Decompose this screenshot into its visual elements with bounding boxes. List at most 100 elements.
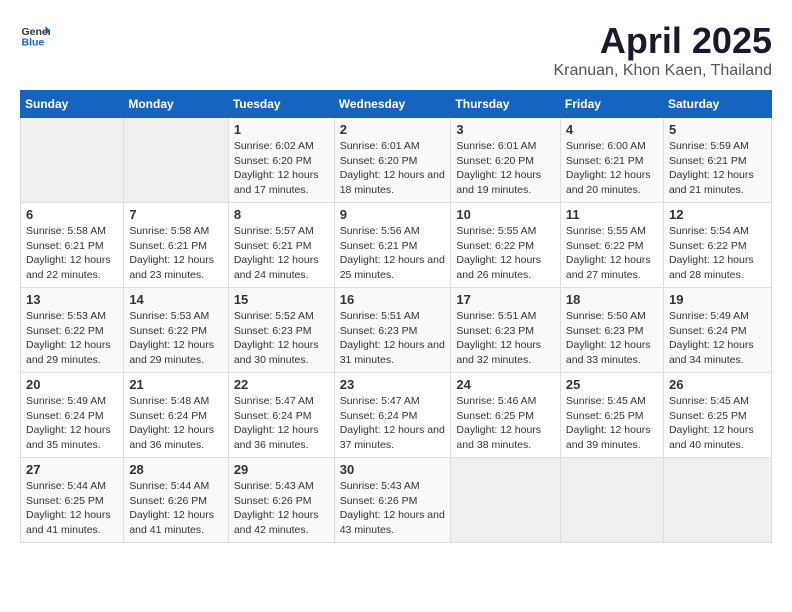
calendar-cell: 9 Sunrise: 5:56 AMSunset: 6:21 PMDayligh… (334, 203, 451, 288)
day-number: 19 (669, 292, 766, 307)
day-number: 17 (456, 292, 555, 307)
day-info: Sunrise: 5:44 AMSunset: 6:26 PMDaylight:… (129, 480, 214, 536)
day-info: Sunrise: 5:49 AMSunset: 6:24 PMDaylight:… (669, 310, 754, 366)
calendar-cell: 30 Sunrise: 5:43 AMSunset: 6:26 PMDaylig… (334, 458, 451, 543)
day-number: 18 (566, 292, 658, 307)
day-info: Sunrise: 5:59 AMSunset: 6:21 PMDaylight:… (669, 140, 754, 196)
calendar-cell (124, 118, 228, 203)
calendar-cell: 24 Sunrise: 5:46 AMSunset: 6:25 PMDaylig… (451, 373, 561, 458)
calendar-week-row: 20 Sunrise: 5:49 AMSunset: 6:24 PMDaylig… (21, 373, 772, 458)
col-wednesday: Wednesday (334, 91, 451, 118)
calendar-cell: 12 Sunrise: 5:54 AMSunset: 6:22 PMDaylig… (663, 203, 771, 288)
day-info: Sunrise: 5:46 AMSunset: 6:25 PMDaylight:… (456, 395, 541, 451)
calendar-cell: 10 Sunrise: 5:55 AMSunset: 6:22 PMDaylig… (451, 203, 561, 288)
calendar-cell: 13 Sunrise: 5:53 AMSunset: 6:22 PMDaylig… (21, 288, 124, 373)
calendar-cell: 20 Sunrise: 5:49 AMSunset: 6:24 PMDaylig… (21, 373, 124, 458)
calendar-cell: 27 Sunrise: 5:44 AMSunset: 6:25 PMDaylig… (21, 458, 124, 543)
day-info: Sunrise: 5:48 AMSunset: 6:24 PMDaylight:… (129, 395, 214, 451)
calendar-cell: 4 Sunrise: 6:00 AMSunset: 6:21 PMDayligh… (560, 118, 663, 203)
day-number: 7 (129, 207, 222, 222)
day-info: Sunrise: 5:56 AMSunset: 6:21 PMDaylight:… (340, 225, 445, 281)
day-number: 29 (234, 462, 329, 477)
day-info: Sunrise: 5:45 AMSunset: 6:25 PMDaylight:… (566, 395, 651, 451)
day-number: 10 (456, 207, 555, 222)
day-info: Sunrise: 5:55 AMSunset: 6:22 PMDaylight:… (456, 225, 541, 281)
calendar-week-row: 13 Sunrise: 5:53 AMSunset: 6:22 PMDaylig… (21, 288, 772, 373)
day-number: 5 (669, 122, 766, 137)
day-number: 21 (129, 377, 222, 392)
day-number: 25 (566, 377, 658, 392)
calendar-cell: 28 Sunrise: 5:44 AMSunset: 6:26 PMDaylig… (124, 458, 228, 543)
calendar-cell: 11 Sunrise: 5:55 AMSunset: 6:22 PMDaylig… (560, 203, 663, 288)
day-info: Sunrise: 5:54 AMSunset: 6:22 PMDaylight:… (669, 225, 754, 281)
day-info: Sunrise: 5:58 AMSunset: 6:21 PMDaylight:… (129, 225, 214, 281)
day-info: Sunrise: 5:43 AMSunset: 6:26 PMDaylight:… (340, 480, 445, 536)
day-info: Sunrise: 5:44 AMSunset: 6:25 PMDaylight:… (26, 480, 111, 536)
subtitle: Kranuan, Khon Kaen, Thailand (553, 62, 772, 80)
calendar-cell: 16 Sunrise: 5:51 AMSunset: 6:23 PMDaylig… (334, 288, 451, 373)
day-number: 4 (566, 122, 658, 137)
day-number: 16 (340, 292, 446, 307)
calendar-cell: 29 Sunrise: 5:43 AMSunset: 6:26 PMDaylig… (228, 458, 334, 543)
calendar-cell: 23 Sunrise: 5:47 AMSunset: 6:24 PMDaylig… (334, 373, 451, 458)
col-thursday: Thursday (451, 91, 561, 118)
day-number: 20 (26, 377, 118, 392)
calendar-cell: 8 Sunrise: 5:57 AMSunset: 6:21 PMDayligh… (228, 203, 334, 288)
calendar-cell: 5 Sunrise: 5:59 AMSunset: 6:21 PMDayligh… (663, 118, 771, 203)
day-number: 22 (234, 377, 329, 392)
day-number: 30 (340, 462, 446, 477)
day-number: 2 (340, 122, 446, 137)
day-number: 1 (234, 122, 329, 137)
calendar-cell (560, 458, 663, 543)
day-info: Sunrise: 5:57 AMSunset: 6:21 PMDaylight:… (234, 225, 319, 281)
day-number: 13 (26, 292, 118, 307)
day-number: 24 (456, 377, 555, 392)
day-info: Sunrise: 5:43 AMSunset: 6:26 PMDaylight:… (234, 480, 319, 536)
day-number: 23 (340, 377, 446, 392)
day-info: Sunrise: 5:47 AMSunset: 6:24 PMDaylight:… (234, 395, 319, 451)
calendar-cell: 15 Sunrise: 5:52 AMSunset: 6:23 PMDaylig… (228, 288, 334, 373)
day-info: Sunrise: 5:52 AMSunset: 6:23 PMDaylight:… (234, 310, 319, 366)
day-number: 9 (340, 207, 446, 222)
day-info: Sunrise: 6:01 AMSunset: 6:20 PMDaylight:… (456, 140, 541, 196)
day-number: 28 (129, 462, 222, 477)
day-info: Sunrise: 5:47 AMSunset: 6:24 PMDaylight:… (340, 395, 445, 451)
svg-text:Blue: Blue (22, 37, 45, 49)
day-number: 26 (669, 377, 766, 392)
day-info: Sunrise: 6:00 AMSunset: 6:21 PMDaylight:… (566, 140, 651, 196)
col-friday: Friday (560, 91, 663, 118)
calendar-cell: 1 Sunrise: 6:02 AMSunset: 6:20 PMDayligh… (228, 118, 334, 203)
calendar-week-row: 6 Sunrise: 5:58 AMSunset: 6:21 PMDayligh… (21, 203, 772, 288)
day-number: 8 (234, 207, 329, 222)
calendar-week-row: 27 Sunrise: 5:44 AMSunset: 6:25 PMDaylig… (21, 458, 772, 543)
calendar-table: Sunday Monday Tuesday Wednesday Thursday… (20, 90, 772, 543)
calendar-header: Sunday Monday Tuesday Wednesday Thursday… (21, 91, 772, 118)
logo-icon: General Blue (20, 20, 50, 50)
col-sunday: Sunday (21, 91, 124, 118)
day-number: 3 (456, 122, 555, 137)
col-monday: Monday (124, 91, 228, 118)
day-info: Sunrise: 5:51 AMSunset: 6:23 PMDaylight:… (340, 310, 445, 366)
day-info: Sunrise: 5:51 AMSunset: 6:23 PMDaylight:… (456, 310, 541, 366)
calendar-cell: 3 Sunrise: 6:01 AMSunset: 6:20 PMDayligh… (451, 118, 561, 203)
calendar-week-row: 1 Sunrise: 6:02 AMSunset: 6:20 PMDayligh… (21, 118, 772, 203)
calendar-cell: 14 Sunrise: 5:53 AMSunset: 6:22 PMDaylig… (124, 288, 228, 373)
day-number: 6 (26, 207, 118, 222)
col-saturday: Saturday (663, 91, 771, 118)
header: General Blue April 2025 Kranuan, Khon Ka… (20, 20, 772, 80)
calendar-cell: 6 Sunrise: 5:58 AMSunset: 6:21 PMDayligh… (21, 203, 124, 288)
calendar-cell: 18 Sunrise: 5:50 AMSunset: 6:23 PMDaylig… (560, 288, 663, 373)
day-info: Sunrise: 6:02 AMSunset: 6:20 PMDaylight:… (234, 140, 319, 196)
calendar-body: 1 Sunrise: 6:02 AMSunset: 6:20 PMDayligh… (21, 118, 772, 543)
day-number: 12 (669, 207, 766, 222)
calendar-cell: 21 Sunrise: 5:48 AMSunset: 6:24 PMDaylig… (124, 373, 228, 458)
day-info: Sunrise: 5:58 AMSunset: 6:21 PMDaylight:… (26, 225, 111, 281)
day-number: 11 (566, 207, 658, 222)
calendar-cell: 26 Sunrise: 5:45 AMSunset: 6:25 PMDaylig… (663, 373, 771, 458)
day-info: Sunrise: 5:49 AMSunset: 6:24 PMDaylight:… (26, 395, 111, 451)
calendar-cell: 19 Sunrise: 5:49 AMSunset: 6:24 PMDaylig… (663, 288, 771, 373)
day-info: Sunrise: 6:01 AMSunset: 6:20 PMDaylight:… (340, 140, 445, 196)
calendar-cell (451, 458, 561, 543)
day-info: Sunrise: 5:53 AMSunset: 6:22 PMDaylight:… (26, 310, 111, 366)
calendar-cell: 7 Sunrise: 5:58 AMSunset: 6:21 PMDayligh… (124, 203, 228, 288)
